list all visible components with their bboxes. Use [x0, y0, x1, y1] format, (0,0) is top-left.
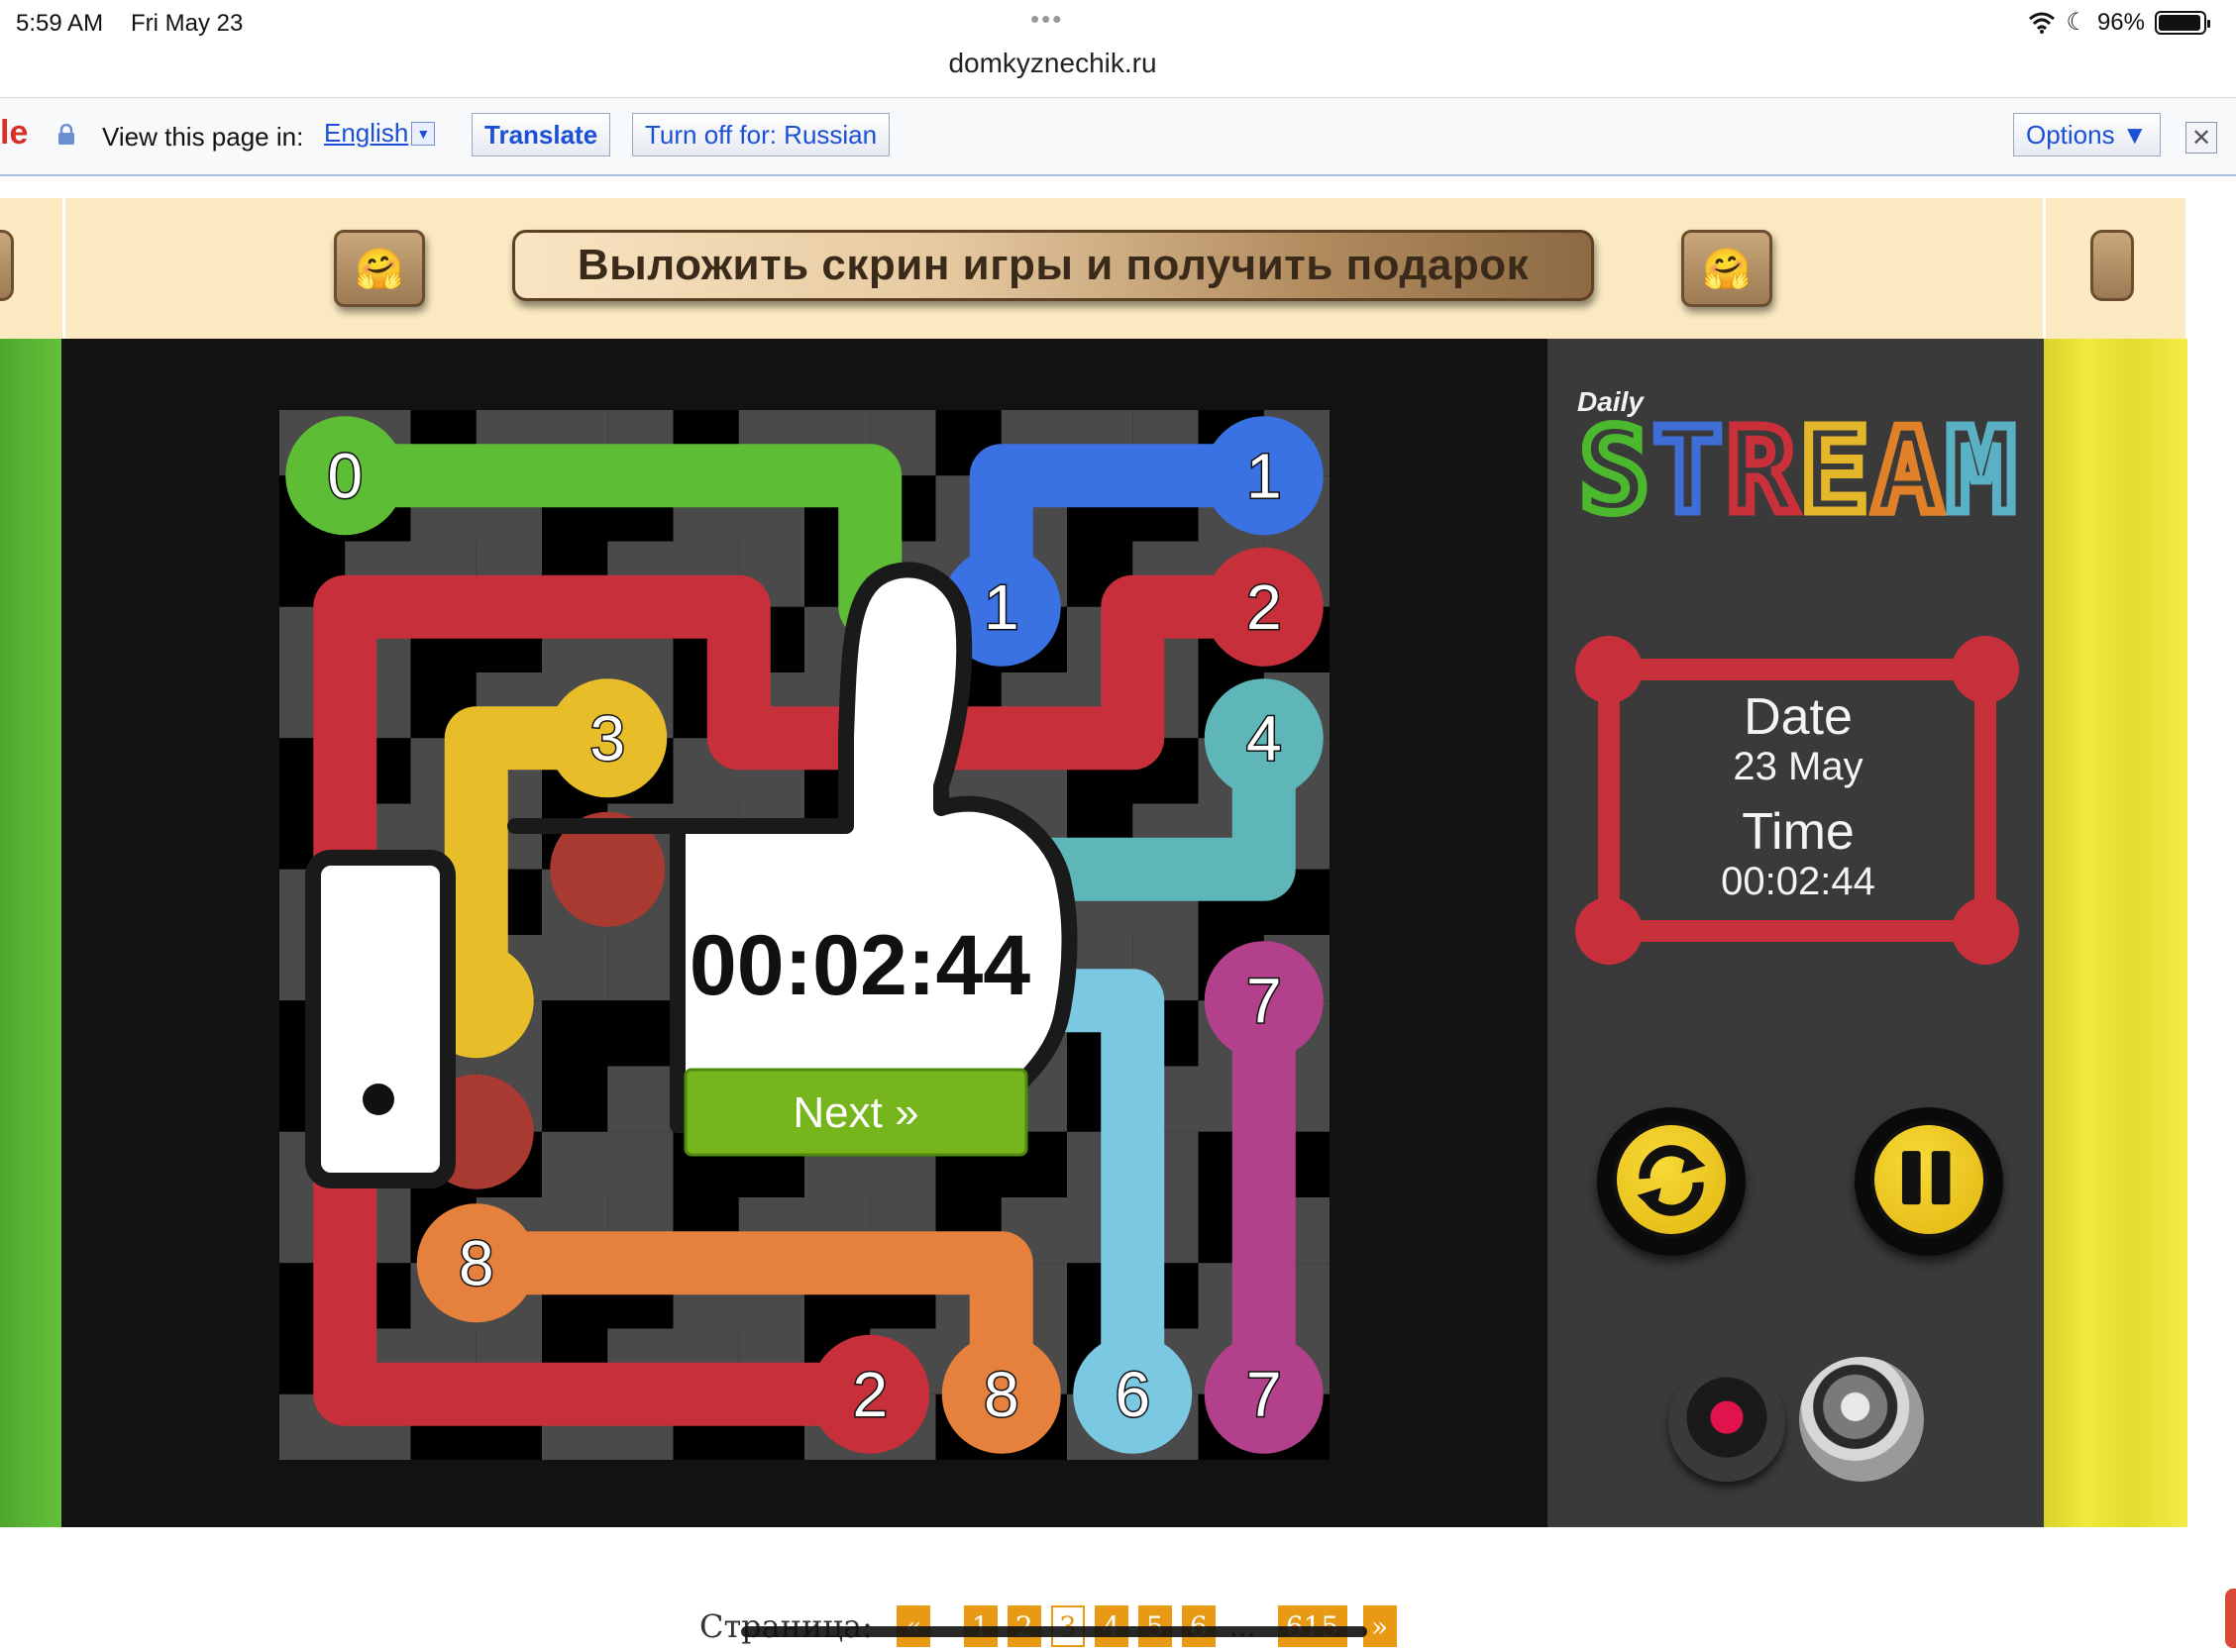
logo-letter: E — [1799, 420, 1869, 529]
banner-nav-left-button[interactable] — [0, 230, 14, 301]
status-bar: 5:59 AM Fri May 23 ••• ☾ 96% — [0, 0, 2236, 44]
logo-letter: A — [1872, 420, 1943, 529]
endpoint-number: 4 — [1246, 702, 1282, 774]
pagination-next[interactable]: » — [1362, 1605, 1397, 1647]
endpoint-dot-3[interactable]: 3 — [548, 678, 668, 798]
endpoint-number: 2 — [852, 1359, 888, 1430]
endpoint-dot-6[interactable]: 6 — [1073, 1334, 1193, 1454]
endpoint-dot-2[interactable]: 2 — [1204, 547, 1324, 667]
logo-daily-text: Daily — [1577, 386, 1644, 417]
banner-nav-right-button[interactable] — [2090, 230, 2134, 301]
endpoint-number: 2 — [1246, 571, 1282, 643]
date-value: 23 May — [1733, 745, 1863, 788]
next-button[interactable]: Next » — [684, 1068, 1028, 1157]
overlay-time: 00:02:44 — [690, 918, 1030, 1013]
lock-icon — [58, 124, 74, 145]
logo-letter: T — [1652, 420, 1723, 529]
date-label: Date — [1744, 688, 1853, 746]
do-not-disturb-moon-icon: ☾ — [2066, 9, 2087, 36]
endpoint-dot-8[interactable]: 8 — [416, 1203, 536, 1323]
battery-percent: 96% — [2096, 8, 2145, 36]
refresh-icon — [1637, 1145, 1706, 1216]
time-label: Time — [1742, 803, 1855, 861]
share-screenshot-gift-button[interactable]: Выложить скрин игры и получить подарок — [512, 230, 1594, 301]
endpoint-dot-7[interactable]: 7 — [1204, 941, 1324, 1061]
status-indicators: ☾ 96% — [2028, 8, 2210, 37]
site-banner: 🤗 Выложить скрин игры и получить подарок… — [0, 198, 2185, 339]
endpoint-dot-8[interactable]: 8 — [941, 1334, 1061, 1454]
next-button-label[interactable]: Next » — [793, 1088, 918, 1137]
multitasking-dots-icon[interactable]: ••• — [1030, 4, 1063, 35]
endpoint-number: 7 — [1246, 965, 1282, 1036]
endpoint-dot-0[interactable]: 0 — [285, 416, 405, 536]
stream-logo: STREAM — [1575, 420, 2018, 529]
time-value: 00:02:44 — [1721, 860, 1875, 903]
endpoint-number: 8 — [459, 1227, 494, 1298]
pause-icon — [1901, 1151, 1951, 1205]
hugging-emoji-button-right[interactable]: 🤗 — [1681, 230, 1772, 307]
endpoint-number: 6 — [1115, 1359, 1150, 1430]
dropdown-caret-icon[interactable]: ▼ — [411, 121, 436, 146]
side-feedback-tab[interactable] — [2225, 1589, 2236, 1648]
endpoint-number: 1 — [984, 571, 1019, 643]
restart-button[interactable] — [1597, 1107, 1746, 1256]
hugging-emoji-button-left[interactable]: 🤗 — [334, 230, 425, 307]
translate-bar: le View this page in: English ▼ Translat… — [0, 97, 2236, 176]
endpoint-dot-2[interactable]: 2 — [810, 1334, 930, 1454]
google-logo-fragment: le — [0, 114, 29, 152]
puzzle-board[interactable]: 0 1 1 2 3 4 7 8 2 8 6 7 00:02:44 Next » — [279, 410, 1330, 1460]
endpoint-dot-1[interactable]: 1 — [1204, 416, 1324, 536]
logo-letter: M — [1946, 420, 2016, 529]
endpoint-dot-7[interactable]: 7 — [1204, 1334, 1324, 1454]
endpoint-dot-4[interactable]: 4 — [1204, 678, 1324, 798]
stream-logo-letters: STREAM — [1575, 420, 2018, 529]
turn-off-translation-button[interactable]: Turn off for: Russian — [632, 113, 891, 156]
battery-icon — [2155, 10, 2210, 35]
language-select[interactable]: English ▼ — [324, 118, 436, 149]
endpoint-number: 3 — [589, 702, 625, 774]
logo-letter: R — [1726, 420, 1797, 529]
endpoint-number: 7 — [1246, 1359, 1282, 1430]
decorative-stripe-right — [2044, 339, 2187, 1527]
pause-button[interactable] — [1855, 1107, 2003, 1256]
horizontal-scroll-indicator[interactable] — [741, 1626, 1367, 1637]
wifi-icon — [2029, 12, 2056, 34]
board-cell[interactable] — [542, 935, 674, 1067]
translate-button[interactable]: Translate — [472, 113, 611, 156]
status-date: Fri May 23 — [131, 10, 244, 37]
endpoint-number: 0 — [327, 440, 363, 511]
thumbs-up-cuff — [305, 850, 456, 1188]
status-time: 5:59 AM — [16, 10, 104, 37]
record-toggle-icon[interactable] — [1668, 1365, 1785, 1482]
address-bar-url[interactable]: domkyznechik.ru — [0, 48, 2105, 79]
board-cell[interactable] — [542, 1066, 674, 1198]
endpoint-number: 1 — [1246, 440, 1282, 511]
sound-speaker-icon[interactable] — [1799, 1357, 1924, 1482]
restart-button-face[interactable] — [1613, 1121, 1730, 1238]
language-select-value[interactable]: English — [324, 118, 408, 149]
close-translate-bar-button[interactable]: ✕ — [2185, 122, 2217, 154]
endpoint-number: 8 — [984, 1359, 1019, 1430]
cuff-button-dot — [363, 1084, 394, 1115]
view-page-label: View this page in: — [102, 122, 304, 152]
pause-button-face[interactable] — [1870, 1121, 1987, 1238]
logo-letter: S — [1579, 420, 1650, 529]
options-dropdown-button[interactable]: Options ▼ — [2013, 113, 2161, 156]
battery-fill — [2159, 14, 2201, 31]
decorative-stripe-left — [0, 339, 61, 1527]
